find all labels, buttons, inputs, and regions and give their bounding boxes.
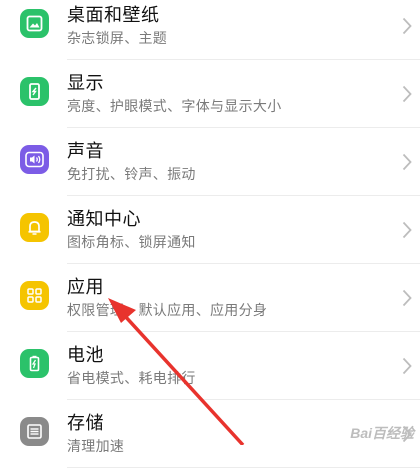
chevron-right-icon — [402, 289, 412, 307]
settings-item-display[interactable]: 显示 亮度、护眼模式、字体与显示大小 — [0, 60, 420, 128]
chevron-right-icon — [402, 221, 412, 239]
settings-item-title: 桌面和壁纸 — [67, 5, 160, 26]
settings-list: 桌面和壁纸 杂志锁屏、主题 显示 亮度、护眼模式、字体与显示大小 声音 免打扰、… — [0, 0, 420, 468]
settings-item-subtitle: 清理加速 — [67, 439, 125, 455]
bell-icon — [20, 213, 49, 242]
settings-item-subtitle: 亮度、护眼模式、字体与显示大小 — [67, 99, 282, 115]
watermark: Bai百经验 — [350, 425, 414, 441]
settings-item-sound[interactable]: 声音 免打扰、铃声、振动 — [0, 128, 420, 196]
chevron-right-icon — [402, 17, 412, 35]
battery-icon — [20, 349, 49, 378]
settings-item-title: 显示 — [67, 73, 104, 94]
settings-item-title: 通知中心 — [67, 209, 141, 230]
settings-item-wallpaper[interactable]: 桌面和壁纸 杂志锁屏、主题 — [0, 0, 420, 60]
settings-item-title: 电池 — [67, 345, 104, 366]
chevron-right-icon — [402, 85, 412, 103]
settings-item-subtitle: 省电模式、耗电排行 — [67, 371, 196, 387]
settings-item-subtitle: 杂志锁屏、主题 — [67, 31, 168, 47]
chevron-right-icon — [402, 153, 412, 171]
settings-item-subtitle: 权限管理、默认应用、应用分身 — [67, 303, 268, 319]
settings-item-apps[interactable]: 应用 权限管理、默认应用、应用分身 — [0, 264, 420, 332]
settings-item-subtitle: 图标角标、锁屏通知 — [67, 235, 196, 251]
wallpaper-icon — [20, 9, 49, 38]
settings-item-subtitle: 免打扰、铃声、振动 — [67, 167, 196, 183]
chevron-right-icon — [402, 357, 412, 375]
apps-icon — [20, 281, 49, 310]
display-icon — [20, 77, 49, 106]
settings-item-title: 应用 — [67, 277, 104, 298]
sound-icon — [20, 145, 49, 174]
settings-item-title: 存储 — [67, 413, 104, 434]
settings-item-notifications[interactable]: 通知中心 图标角标、锁屏通知 — [0, 196, 420, 264]
settings-item-battery[interactable]: 电池 省电模式、耗电排行 — [0, 332, 420, 400]
storage-icon — [20, 417, 49, 446]
settings-item-title: 声音 — [67, 141, 104, 162]
